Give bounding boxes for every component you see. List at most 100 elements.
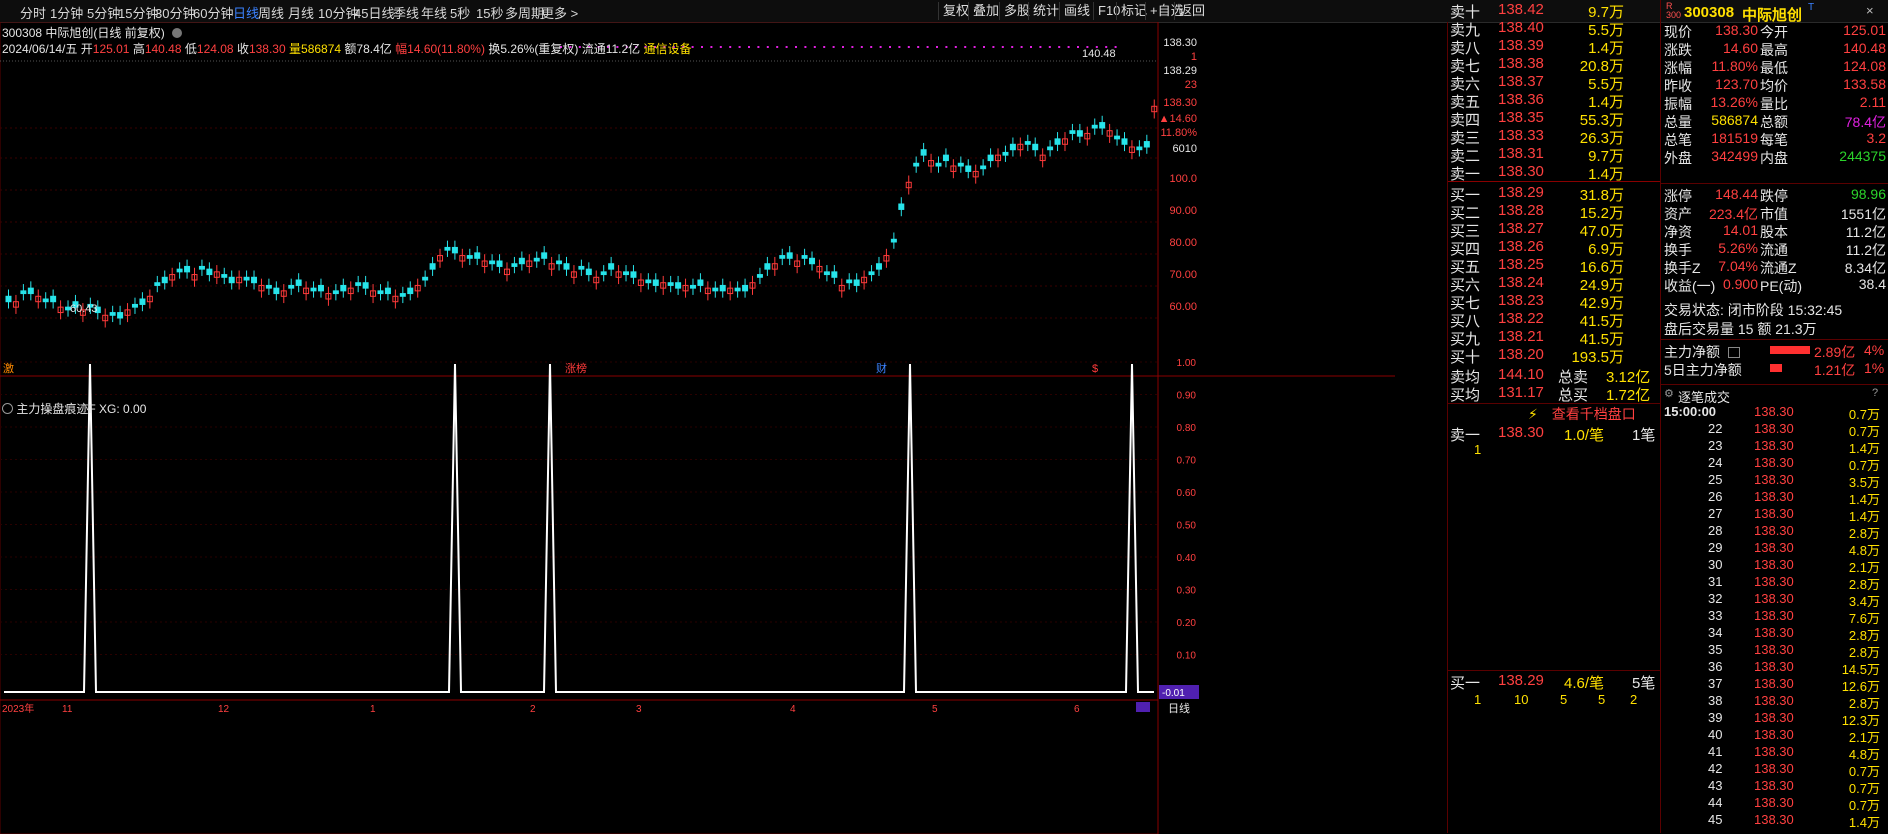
ask-row[interactable]: 卖五 138.36 1.4万: [1448, 91, 1670, 111]
bid-row[interactable]: 买六 138.24 24.9万: [1448, 274, 1670, 294]
period-tab-5[interactable]: 60分钟: [193, 3, 233, 22]
tick-price: 138.30: [1754, 778, 1794, 793]
stat-value: 7.04%: [1718, 258, 1758, 274]
sector-link[interactable]: 通信设备: [644, 42, 692, 56]
ask-price: 138.42: [1498, 1, 1544, 18]
period-tab-12[interactable]: 年线: [421, 3, 447, 22]
ask-row[interactable]: 卖七 138.38 20.8万: [1448, 55, 1670, 75]
indicator-axis-label: 0.70: [1177, 456, 1197, 467]
bid-row[interactable]: 买一 138.29 31.8万: [1448, 184, 1670, 204]
stat-value: 1551亿: [1840, 206, 1886, 222]
ask-price: 138.40: [1498, 19, 1544, 36]
tick-price: 138.30: [1754, 557, 1794, 572]
candle-body: [689, 284, 696, 289]
period-tab-11[interactable]: 季线: [393, 3, 419, 22]
stat-key: 涨跌: [1664, 42, 1692, 58]
stat-row: 振幅 13.26% 量比 2.11: [1660, 94, 1888, 112]
bid-row[interactable]: 买九 138.21 41.5万: [1448, 328, 1670, 348]
after-hours: 盘后交易量 15 额 21.3万: [1664, 321, 1817, 337]
ask-row[interactable]: 卖四 138.35 55.3万: [1448, 109, 1670, 129]
candle-body: [131, 303, 138, 308]
bid-row[interactable]: 买八 138.22 41.5万: [1448, 310, 1670, 330]
period-tab-10[interactable]: 45日线: [354, 3, 394, 22]
buy1-label: 买一: [1450, 675, 1481, 692]
gear-icon[interactable]: ⚙: [1664, 387, 1674, 400]
signal-dot: [889, 46, 891, 48]
indicator-title[interactable]: 主力操盘痕迹F: [16, 402, 95, 416]
tick-row: 31 138.30 2.8万: [1660, 574, 1888, 592]
period-tab-4[interactable]: 30分钟: [155, 3, 195, 22]
stat-key: PE(动): [1760, 278, 1802, 294]
help-icon[interactable]: ?: [1872, 387, 1878, 399]
period-tab-16[interactable]: 更多 >: [541, 3, 578, 22]
period-tab-8[interactable]: 月线: [288, 3, 314, 22]
stat-value: 133.58: [1843, 76, 1886, 92]
candle-body: [377, 290, 384, 295]
period-tab-9[interactable]: 10分钟: [318, 3, 358, 22]
bid-row[interactable]: 买七 138.23 42.9万: [1448, 292, 1670, 312]
period-tab-0[interactable]: 分时: [20, 3, 46, 22]
bid-row[interactable]: 买二 138.28 15.2万: [1448, 202, 1670, 222]
tick-price: 138.30: [1754, 761, 1794, 776]
period-tab-13[interactable]: 5秒: [450, 3, 470, 22]
period-tab-6[interactable]: 日线: [233, 3, 259, 22]
signal-dot: [832, 46, 835, 48]
stat-key: 今开: [1760, 24, 1788, 40]
signal-dot: [1077, 46, 1079, 48]
stock-code: 300308: [1684, 4, 1735, 21]
kline-chart-area[interactable]: 138.30 1 138.29 23 138.30 ▲14.60 11.80% 6010 100…: [0, 22, 1395, 834]
bid-row[interactable]: 买五 138.25 16.6万: [1448, 256, 1670, 276]
signal-dot: [691, 46, 694, 48]
ask-row[interactable]: 卖六 138.37 5.5万: [1448, 73, 1670, 93]
ten-level-link[interactable]: ⚡ 查看千档盘口: [1528, 404, 1636, 424]
toolbar-button-3[interactable]: 统计: [1028, 2, 1063, 20]
tag-icon[interactable]: T: [1808, 2, 1814, 13]
ask-row[interactable]: 卖九 138.40 5.5万: [1448, 19, 1670, 39]
period-tab-1[interactable]: 1分钟: [50, 3, 83, 22]
candle-body: [898, 203, 905, 210]
bar-chart-icon[interactable]: [1727, 347, 1740, 358]
candle-body: [756, 274, 763, 278]
info-icon[interactable]: [172, 28, 183, 38]
candle-body: [541, 252, 548, 259]
open-label: 开: [80, 42, 93, 56]
tick-time: 31: [1708, 574, 1723, 589]
period-tab-3[interactable]: 15分钟: [118, 3, 158, 22]
ten-level-link-text: 查看千档盘口: [1551, 406, 1636, 422]
candle-body: [719, 284, 726, 292]
tick-row: 34 138.30 2.8万: [1660, 625, 1888, 643]
chg-label: 幅: [395, 42, 408, 56]
bid-row[interactable]: 买十 138.20 193.5万: [1448, 346, 1670, 366]
ask-row[interactable]: 卖一 138.30 1.4万: [1448, 163, 1670, 183]
buy1-price: 138.29: [1498, 672, 1544, 689]
candle-body: [161, 276, 168, 284]
period-tab-14[interactable]: 15秒: [476, 3, 503, 22]
ask-row[interactable]: 卖八 138.39 1.4万: [1448, 37, 1670, 57]
signal-dot: [823, 46, 826, 48]
tick-time: 34: [1708, 625, 1723, 640]
candle-body: [117, 312, 124, 319]
bid-row[interactable]: 买三 138.27 47.0万: [1448, 220, 1670, 240]
signal-dot: [1086, 46, 1089, 48]
ask-row[interactable]: 卖三 138.33 26.3万: [1448, 127, 1670, 147]
tick-price: 138.30: [1754, 404, 1794, 419]
candle-body: [340, 284, 347, 292]
candle-body: [809, 257, 816, 265]
ask-row[interactable]: 卖二 138.31 9.7万: [1448, 145, 1670, 165]
period-tab-15[interactable]: 多周期: [505, 3, 544, 22]
toolbar-button-4[interactable]: 画线: [1059, 2, 1094, 20]
candle-body: [310, 287, 317, 292]
candle-body: [853, 279, 860, 286]
toolbar-button-8[interactable]: 返回: [1174, 2, 1209, 20]
ask-row[interactable]: 卖十 138.42 9.7万: [1448, 1, 1670, 21]
period-tab-7[interactable]: 周线: [258, 3, 284, 22]
bid-row[interactable]: 买四 138.26 6.9万: [1448, 238, 1670, 258]
candle-body: [987, 154, 994, 162]
period-tab-2[interactable]: 5分钟: [87, 3, 120, 22]
signal-dot: [795, 46, 797, 48]
stat-value: 11.2亿: [1845, 242, 1886, 258]
toolbar-button-1[interactable]: 叠加: [968, 2, 1003, 20]
sell1-queue-row: 卖一 138.30 1.0/笔 1笔: [1448, 424, 1670, 444]
settings-icon[interactable]: [2, 403, 13, 414]
candle-body: [184, 265, 191, 273]
